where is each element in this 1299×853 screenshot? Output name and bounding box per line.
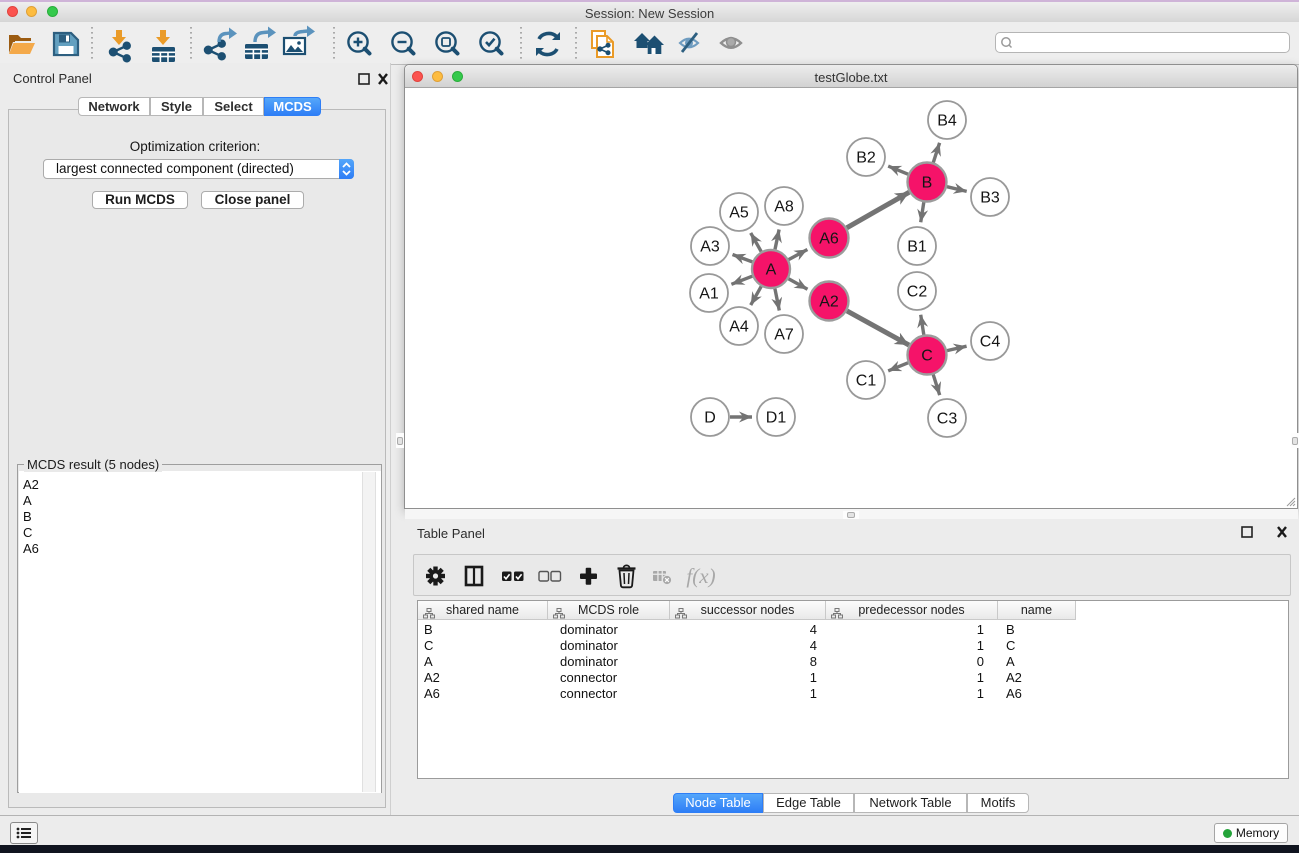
svg-text:C: C: [921, 348, 933, 365]
svg-text:C3: C3: [937, 411, 958, 428]
svg-text:C4: C4: [980, 334, 1001, 351]
svg-text:C2: C2: [907, 284, 928, 301]
svg-text:A7: A7: [774, 327, 794, 344]
svg-text:D1: D1: [766, 410, 787, 427]
svg-text:A8: A8: [774, 199, 794, 216]
svg-text:B1: B1: [907, 239, 927, 256]
svg-text:B4: B4: [937, 113, 957, 130]
svg-text:B: B: [922, 175, 933, 192]
svg-text:D: D: [704, 410, 716, 427]
svg-text:C1: C1: [856, 373, 877, 390]
svg-text:A: A: [766, 262, 777, 279]
svg-text:A3: A3: [700, 239, 720, 256]
svg-text:B2: B2: [856, 150, 876, 167]
svg-text:A1: A1: [699, 286, 719, 303]
svg-text:B3: B3: [980, 190, 1000, 207]
svg-text:A4: A4: [729, 319, 749, 336]
svg-text:A2: A2: [819, 294, 839, 311]
svg-text:A6: A6: [819, 231, 839, 248]
svg-text:f(x): f(x): [686, 564, 715, 588]
svg-text:A5: A5: [729, 205, 749, 222]
